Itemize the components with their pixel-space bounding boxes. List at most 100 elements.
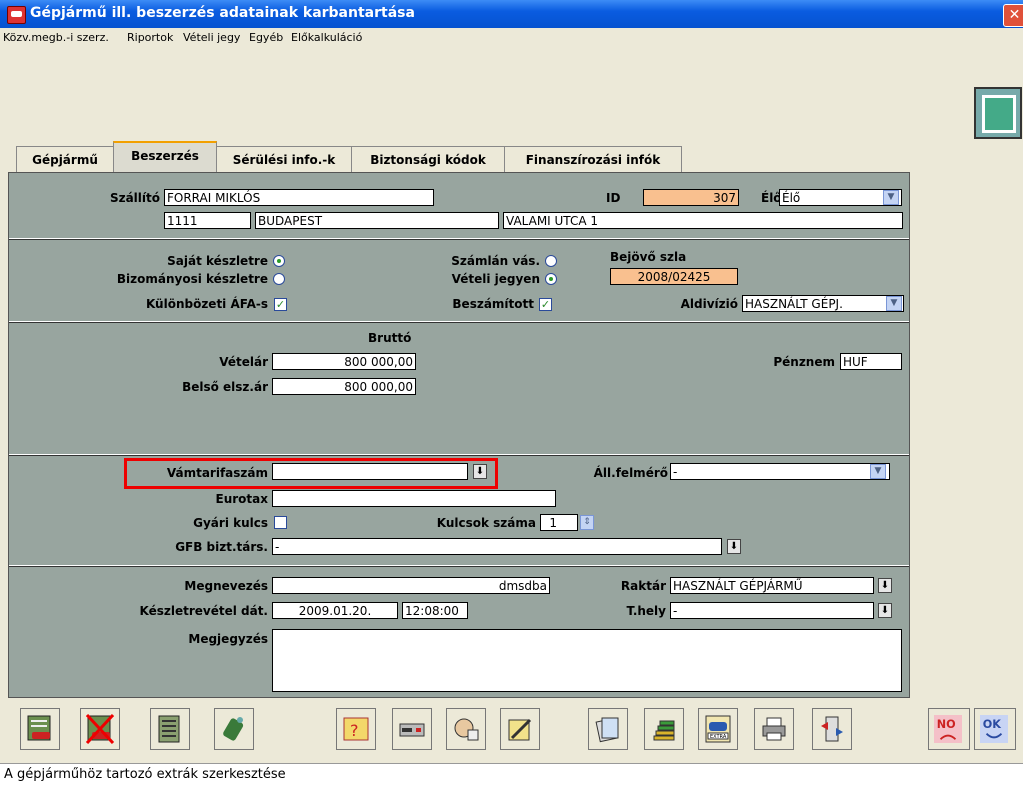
city-field[interactable]: BUDAPEST xyxy=(255,212,499,229)
svg-text:OK: OK xyxy=(983,718,1003,731)
menu-reports[interactable]: Riportok xyxy=(127,31,173,44)
status-bar: A gépjárműhöz tartozó extrák szerkesztés… xyxy=(0,763,1023,787)
app-car-icon xyxy=(7,6,26,24)
gross-header: Bruttó xyxy=(368,331,412,345)
currency-field[interactable]: HUF xyxy=(840,353,902,370)
warehouse-field[interactable]: HASZNÁLT GÉPJÁRMŰ xyxy=(670,577,874,594)
internal-price-field[interactable]: 800 000,00 xyxy=(272,378,416,395)
close-button[interactable]: ✕ xyxy=(1003,4,1023,27)
tab-damage[interactable]: Sérülési info.-k xyxy=(216,146,352,173)
tab-vehicle[interactable]: Gépjármű xyxy=(16,146,114,173)
money-icon xyxy=(653,720,675,741)
money-button[interactable] xyxy=(644,708,684,750)
menu-precalc[interactable]: Előkalkuláció xyxy=(291,31,362,44)
svg-text:?: ? xyxy=(350,721,359,740)
documents-icon xyxy=(595,717,619,743)
phone-button[interactable] xyxy=(214,708,254,750)
name-label: Megnevezés xyxy=(184,579,268,593)
tab-purchase[interactable]: Beszerzés xyxy=(113,141,217,175)
supplier-name-field[interactable]: FORRAI MIKLÓS xyxy=(164,189,434,206)
name-field[interactable]: dmsdba xyxy=(272,577,550,594)
subdivision-select[interactable]: HASZNÁLT GÉPJ. xyxy=(742,295,904,312)
svg-text:EXTRA: EXTRA xyxy=(710,734,727,740)
delete-vehicle-button[interactable] xyxy=(80,708,120,750)
lookup-arrow-icon[interactable]: ⬇ xyxy=(878,603,892,618)
spinner-icon[interactable]: ⇕ xyxy=(580,515,594,530)
invoice-buy-label: Számlán vás. xyxy=(451,254,540,268)
smile-face-icon: OK xyxy=(980,715,1008,743)
eurotax-field[interactable] xyxy=(272,490,556,507)
gfb-field[interactable]: - xyxy=(272,538,722,555)
edit-icon xyxy=(982,95,1016,133)
vehicle-list-icon xyxy=(27,715,51,741)
ok-button[interactable]: OK xyxy=(974,708,1016,750)
lookup-arrow-icon[interactable]: ⬇ xyxy=(727,539,741,554)
keys-count-field[interactable]: 1 xyxy=(540,514,578,531)
menu-other[interactable]: Egyéb xyxy=(249,31,283,44)
transfer-icon xyxy=(821,716,843,742)
lookup-arrow-icon[interactable]: ⬇ xyxy=(878,578,892,593)
currency-label: Pénznem xyxy=(773,355,835,369)
stock-time-field[interactable]: 12:08:00 xyxy=(402,602,468,619)
gfb-label: GFB bizt.társ. xyxy=(175,540,268,554)
window-title: Gépjármű ill. beszerzés adatainak karban… xyxy=(30,5,415,21)
tab-financing[interactable]: Finanszírozási infók xyxy=(504,146,682,173)
vehicle-list-button[interactable] xyxy=(20,708,60,750)
purchase-panel xyxy=(8,172,910,698)
menu-contracts[interactable]: Közv.megb.-i szerz. xyxy=(3,31,109,44)
location-field[interactable]: - xyxy=(670,602,874,619)
inspector-button[interactable] xyxy=(446,708,486,750)
help-button[interactable]: ? xyxy=(336,708,376,750)
chevron-down-icon[interactable]: ▼ xyxy=(886,296,902,311)
menu-receipt[interactable]: Vételi jegy xyxy=(183,31,240,44)
stock-date-field[interactable]: 2009.01.20. xyxy=(272,602,398,619)
divider xyxy=(9,321,909,323)
receipt-radio[interactable] xyxy=(545,273,557,285)
factory-key-checkbox[interactable] xyxy=(274,516,287,529)
card-button[interactable] xyxy=(392,708,432,750)
divider xyxy=(9,454,909,456)
subdivision-label: Aldivízió xyxy=(680,297,738,311)
internal-price-label: Belső elsz.ár xyxy=(182,380,268,394)
extras-car-icon: EXTRA xyxy=(705,715,731,743)
svg-text:NO: NO xyxy=(937,718,956,731)
note-field[interactable] xyxy=(272,629,902,692)
chevron-down-icon[interactable]: ▼ xyxy=(870,464,886,479)
eurotax-label: Eurotax xyxy=(215,492,268,506)
own-stock-radio[interactable] xyxy=(273,255,285,267)
street-field[interactable]: VALAMI UTCA 1 xyxy=(503,212,903,229)
documents-button[interactable] xyxy=(588,708,628,750)
warehouse-label: Raktár xyxy=(620,579,666,593)
keys-count-label: Kulcsok száma xyxy=(436,516,536,530)
chevron-down-icon[interactable]: ▼ xyxy=(883,190,899,205)
write-button[interactable] xyxy=(500,708,540,750)
invoice-buy-radio[interactable] xyxy=(545,255,557,267)
zip-field[interactable]: 1111 xyxy=(164,212,251,229)
phone-icon xyxy=(223,717,244,741)
extras-button[interactable]: EXTRA xyxy=(698,708,738,750)
purchase-price-field[interactable]: 800 000,00 xyxy=(272,353,416,370)
divider xyxy=(9,565,909,567)
assessor-label: Áll.felmérő xyxy=(593,466,668,480)
edit-icon-button[interactable] xyxy=(974,87,1022,139)
purchase-price-label: Vételár xyxy=(219,355,268,369)
own-stock-label: Saját készletre xyxy=(167,254,268,268)
stock-date-label: Készletrevétel dát. xyxy=(139,604,268,618)
cancel-button[interactable]: NO xyxy=(928,708,970,750)
tab-security-codes[interactable]: Biztonsági kódok xyxy=(351,146,505,173)
menu-bar: Közv.megb.-i szerz. Riportok Vételi jegy… xyxy=(0,28,1023,48)
factory-key-label: Gyári kulcs xyxy=(193,516,268,530)
offset-label: Beszámított xyxy=(452,297,534,311)
assessor-select[interactable]: - xyxy=(670,463,890,480)
transfer-button[interactable] xyxy=(812,708,852,750)
document-list-button[interactable] xyxy=(150,708,190,750)
sad-face-icon: NO xyxy=(934,715,962,743)
incoming-invoice-field[interactable]: 2008/02425 xyxy=(610,268,738,285)
document-list-icon xyxy=(158,715,180,743)
offset-checkbox[interactable]: ✓ xyxy=(539,298,552,311)
commission-stock-radio[interactable] xyxy=(273,273,285,285)
print-button[interactable] xyxy=(754,708,794,750)
printer-icon xyxy=(762,717,786,741)
vat-diff-checkbox[interactable]: ✓ xyxy=(274,298,287,311)
id-field[interactable]: 307 xyxy=(643,189,739,206)
